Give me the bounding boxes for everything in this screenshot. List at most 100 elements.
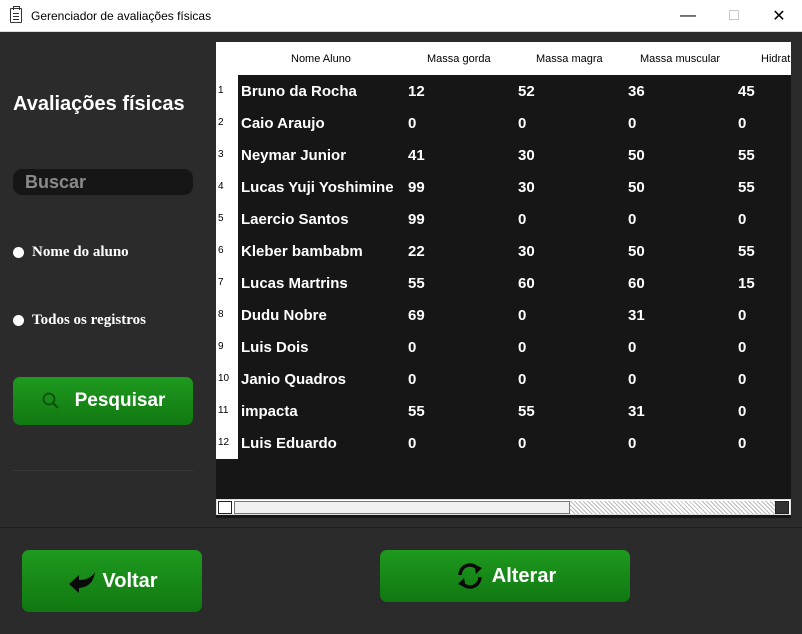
table-cell[interactable]: Lucas Yuji Yoshimine	[241, 179, 394, 196]
table-cell[interactable]: Caio Araujo	[241, 115, 325, 132]
row-number[interactable]: 3	[216, 149, 238, 160]
scroll-left-arrow-icon[interactable]	[218, 501, 232, 514]
column-header-massa-gorda[interactable]: Massa gorda	[427, 53, 491, 65]
table-cell[interactable]: 60	[628, 275, 645, 292]
row-number[interactable]: 4	[216, 181, 238, 192]
table-cell[interactable]: 50	[628, 243, 645, 260]
table-cell[interactable]: 50	[628, 147, 645, 164]
row-number[interactable]: 1	[216, 85, 238, 96]
back-button[interactable]: Voltar	[22, 550, 202, 612]
table-cell[interactable]: 55	[408, 403, 425, 420]
table-row[interactable]: Janio Quadros 0 0 0 0	[238, 363, 791, 395]
table-cell[interactable]: 60	[518, 275, 535, 292]
radio-dot-icon[interactable]	[13, 247, 24, 258]
table-cell[interactable]: Bruno da Rocha	[241, 83, 357, 100]
close-button[interactable]: ✕	[756, 0, 802, 32]
row-number[interactable]: 8	[216, 309, 238, 320]
table-cell[interactable]: 0	[628, 115, 636, 132]
table-row[interactable]: Luis Dois 0 0 0 0	[238, 331, 791, 363]
table-cell[interactable]: 0	[738, 211, 746, 228]
radio-all-option[interactable]: Todos os registros	[13, 312, 146, 329]
table-cell[interactable]: 0	[408, 339, 416, 356]
table-cell[interactable]: 52	[518, 83, 535, 100]
table-cell[interactable]: 55	[738, 179, 755, 196]
scrollbar-track[interactable]	[570, 501, 775, 514]
search-button[interactable]: Pesquisar	[13, 377, 193, 425]
table-cell[interactable]: 41	[408, 147, 425, 164]
row-number[interactable]: 12	[216, 437, 238, 448]
table-row[interactable]: Bruno da Rocha 12 52 36 45	[238, 75, 791, 107]
table-cell[interactable]: Janio Quadros	[241, 371, 346, 388]
table-cell[interactable]: Luis Eduardo	[241, 435, 337, 452]
row-number[interactable]: 6	[216, 245, 238, 256]
table-cell[interactable]: Laercio Santos	[241, 211, 349, 228]
table-cell[interactable]: 69	[408, 307, 425, 324]
table-cell[interactable]: 0	[408, 435, 416, 452]
table-cell[interactable]: 55	[738, 147, 755, 164]
table-cell[interactable]: 30	[518, 147, 535, 164]
table-row[interactable]: Kleber bambabm 22 30 50 55	[238, 235, 791, 267]
row-number[interactable]: 2	[216, 117, 238, 128]
horizontal-scrollbar[interactable]	[216, 499, 791, 515]
table-row[interactable]: Laercio Santos 99 0 0 0	[238, 203, 791, 235]
table-cell[interactable]: 0	[518, 211, 526, 228]
radio-name-option[interactable]: Nome do aluno	[13, 244, 129, 261]
radio-dot-icon[interactable]	[13, 315, 24, 326]
table-cell[interactable]: Neymar Junior	[241, 147, 346, 164]
table-row[interactable]: Dudu Nobre 69 0 31 0	[238, 299, 791, 331]
table-cell[interactable]: 30	[518, 243, 535, 260]
table-cell[interactable]: 99	[408, 179, 425, 196]
table-row[interactable]: Luis Eduardo 0 0 0 0	[238, 427, 791, 459]
table-cell[interactable]: impacta	[241, 403, 298, 420]
table-cell[interactable]: 0	[518, 307, 526, 324]
table-cell[interactable]: 55	[408, 275, 425, 292]
table-cell[interactable]: Luis Dois	[241, 339, 309, 356]
column-header-massa-muscular[interactable]: Massa muscular	[640, 53, 720, 65]
edit-button[interactable]: Alterar	[380, 550, 630, 602]
table-cell[interactable]: 0	[628, 435, 636, 452]
search-input[interactable]	[13, 169, 193, 195]
table-cell[interactable]: 0	[628, 211, 636, 228]
row-number[interactable]: 7	[216, 277, 238, 288]
table-cell[interactable]: 99	[408, 211, 425, 228]
table-cell[interactable]: 36	[628, 83, 645, 100]
table-cell[interactable]: 50	[628, 179, 645, 196]
table-cell[interactable]: 0	[408, 371, 416, 388]
table-cell[interactable]: 55	[518, 403, 535, 420]
table-cell[interactable]: Dudu Nobre	[241, 307, 327, 324]
table-cell[interactable]: 22	[408, 243, 425, 260]
table-row[interactable]: Caio Araujo 0 0 0 0	[238, 107, 791, 139]
table-cell[interactable]: Lucas Martrins	[241, 275, 348, 292]
table-cell[interactable]: 0	[518, 435, 526, 452]
column-header-massa-magra[interactable]: Massa magra	[536, 53, 603, 65]
column-header-hidratacao[interactable]: Hidrat	[761, 53, 790, 65]
table-cell[interactable]: 0	[518, 371, 526, 388]
table-row[interactable]: Lucas Martrins 55 60 60 15	[238, 267, 791, 299]
table-cell[interactable]: 12	[408, 83, 425, 100]
table-cell[interactable]: 55	[738, 243, 755, 260]
row-number[interactable]: 9	[216, 341, 238, 352]
table-cell[interactable]: 0	[628, 371, 636, 388]
scroll-right-arrow-icon[interactable]	[775, 501, 789, 514]
maximize-button[interactable]: □	[711, 0, 757, 32]
table-row[interactable]: Lucas Yuji Yoshimine 99 30 50 55	[238, 171, 791, 203]
table-cell[interactable]: 0	[738, 115, 746, 132]
table-cell[interactable]: 0	[738, 435, 746, 452]
table-cell[interactable]: 0	[738, 339, 746, 356]
table-cell[interactable]: 0	[738, 403, 746, 420]
table-cell[interactable]: 30	[518, 179, 535, 196]
column-header-nome-aluno[interactable]: Nome Aluno	[291, 53, 351, 65]
row-number[interactable]: 5	[216, 213, 238, 224]
table-row[interactable]: Neymar Junior 41 30 50 55	[238, 139, 791, 171]
table-cell[interactable]: 45	[738, 83, 755, 100]
table-cell[interactable]: Kleber bambabm	[241, 243, 363, 260]
scrollbar-thumb[interactable]	[234, 501, 570, 514]
minimize-button[interactable]: —	[665, 0, 711, 32]
table-cell[interactable]: 0	[738, 371, 746, 388]
table-cell[interactable]: 0	[738, 307, 746, 324]
table-cell[interactable]: 31	[628, 403, 645, 420]
row-number[interactable]: 11	[216, 405, 238, 416]
table-row[interactable]: impacta 55 55 31 0	[238, 395, 791, 427]
table-cell[interactable]: 0	[518, 339, 526, 356]
table-cell[interactable]: 0	[518, 115, 526, 132]
